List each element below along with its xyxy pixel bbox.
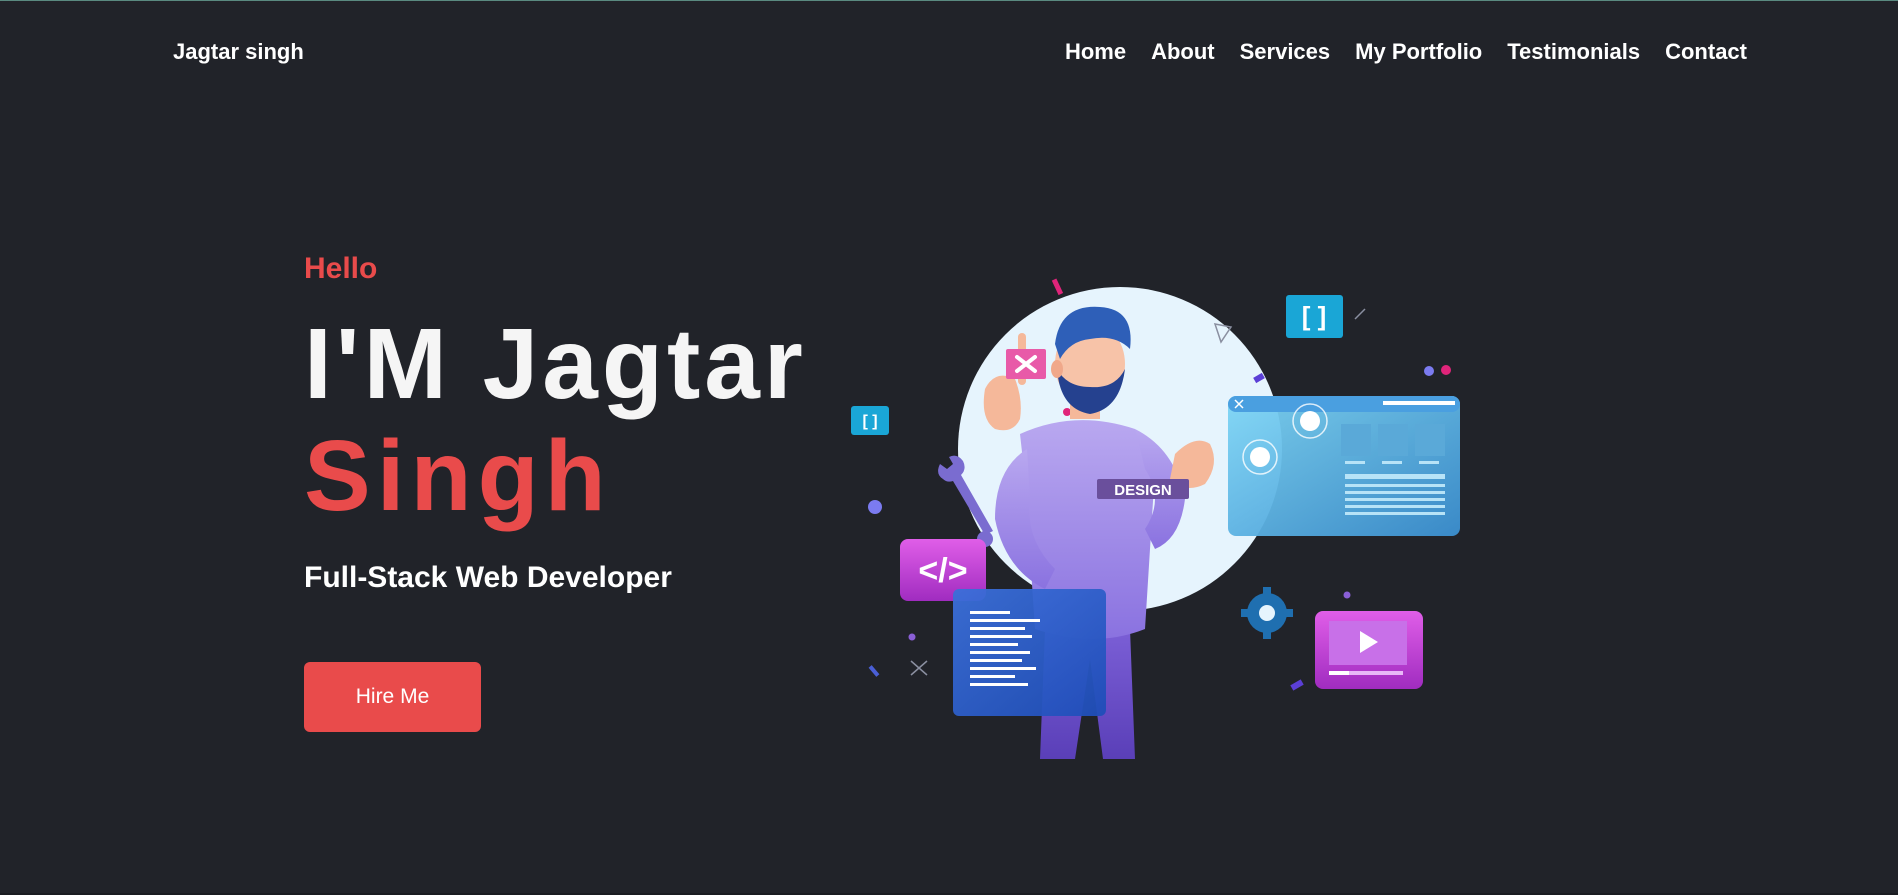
confetti-shape — [868, 665, 880, 677]
nav-link-testimonials[interactable]: Testimonials — [1507, 39, 1640, 65]
svg-text:</>: </> — [918, 552, 967, 590]
nav-item-about: About — [1126, 39, 1215, 65]
shirt-design-text: DESIGN — [1114, 482, 1172, 499]
svg-text:[ ]: [ ] — [862, 413, 877, 430]
nav-link-contact[interactable]: Contact — [1665, 39, 1747, 65]
confetti-shape — [1290, 679, 1304, 691]
bracket-badge-top: [ ] — [1286, 295, 1343, 338]
hire-me-button[interactable]: Hire Me — [304, 662, 481, 732]
confetti-dot — [1343, 591, 1351, 599]
hero-name-first: I'M Jagtar — [304, 308, 807, 420]
hero-role: Full-Stack Web Developer — [304, 561, 672, 594]
gear-icon — [1241, 587, 1293, 639]
nav-item-home: Home — [1040, 39, 1126, 65]
close-badge — [1006, 349, 1046, 379]
confetti-dot — [1063, 408, 1071, 416]
confetti-dot — [868, 500, 882, 514]
confetti-line — [1354, 308, 1366, 320]
nav-item-portfolio: My Portfolio — [1330, 39, 1482, 65]
code-panel-graphic — [953, 589, 1106, 716]
nav-item-testimonials: Testimonials — [1482, 39, 1640, 65]
page: Jagtar singh Home About Services My Port… — [0, 0, 1898, 895]
browser-window-graphic — [1228, 396, 1460, 536]
nav-link-services[interactable]: Services — [1240, 39, 1331, 65]
nav-link-portfolio[interactable]: My Portfolio — [1355, 39, 1482, 65]
confetti-dot — [1441, 365, 1451, 375]
hero-illustration: [ ] [ ] DESIGN </> — [845, 269, 1465, 759]
hero-section: Hello I'M Jagtar Singh Full-Stack Web De… — [304, 249, 803, 732]
confetti-dot — [908, 633, 916, 641]
hero-greeting: Hello — [304, 252, 378, 285]
brand-logo-link[interactable]: Jagtar singh — [173, 39, 304, 65]
nav-link-about[interactable]: About — [1151, 39, 1215, 65]
confetti-cross — [910, 660, 928, 676]
nav-links: Home About Services My Portfolio Testimo… — [1040, 39, 1747, 65]
hero-name-last: Singh — [304, 420, 612, 532]
developer-illustration-svg: [ ] [ ] DESIGN </> — [851, 278, 1460, 759]
confetti-shape — [1051, 278, 1064, 296]
nav-item-contact: Contact — [1640, 39, 1747, 65]
confetti-dot — [1424, 366, 1434, 376]
navbar: Jagtar singh Home About Services My Port… — [0, 1, 1898, 101]
nav-item-services: Services — [1215, 39, 1331, 65]
svg-text:[ ]: [ ] — [1302, 301, 1327, 331]
bracket-badge-left: [ ] — [851, 406, 889, 435]
nav-link-home[interactable]: Home — [1065, 39, 1126, 65]
video-badge — [1315, 611, 1423, 689]
